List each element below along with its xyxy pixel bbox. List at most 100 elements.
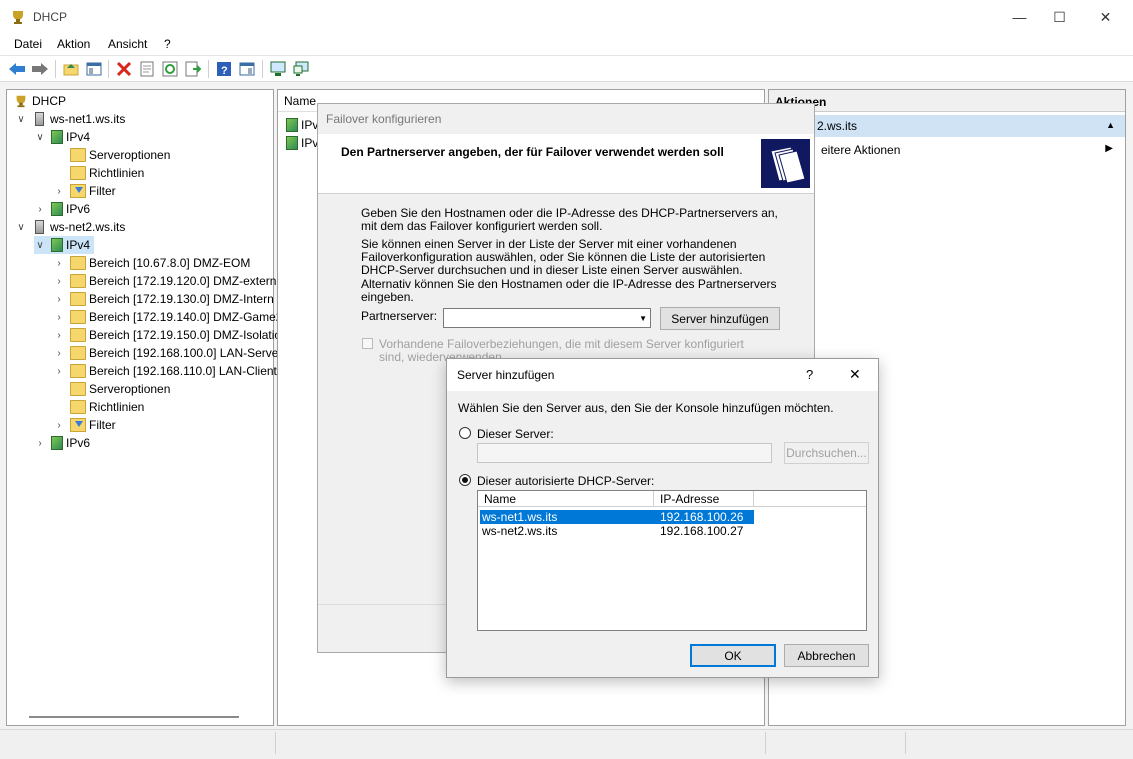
this-server-radio[interactable]: [459, 427, 471, 439]
tree-pane: DHCP ∨ ws-net1.ws.its ∨ IPv4 Serveroptio…: [6, 89, 282, 726]
this-server-input[interactable]: [477, 443, 772, 463]
chevron-right-icon[interactable]: ›: [34, 438, 46, 449]
column-label: Name: [284, 93, 317, 108]
authorized-server-radio[interactable]: [459, 474, 471, 486]
close-dialog-button[interactable]: ✕: [849, 366, 861, 383]
chevron-right-icon[interactable]: ›: [53, 366, 65, 377]
chevron-right-icon[interactable]: ›: [53, 186, 65, 197]
tree-label: Serveroptionen: [89, 148, 171, 162]
chevron-down-icon[interactable]: ∨: [15, 114, 27, 125]
chevron-right-icon[interactable]: ›: [34, 204, 46, 215]
chevron-right-icon[interactable]: ›: [53, 348, 65, 359]
failover-paragraph-3: Alternativ können Sie den Hostnamen oder…: [361, 277, 777, 304]
this-server-label: Dieser Server:: [477, 427, 554, 441]
export-list-icon[interactable]: [183, 59, 203, 79]
refresh-icon[interactable]: [160, 59, 180, 79]
tree-s2-filter[interactable]: › Filter: [53, 416, 116, 434]
server-name-cell: ws-net1.ws.its: [482, 510, 558, 524]
tree-server-1[interactable]: ∨ ws-net1.ws.its: [15, 110, 125, 128]
dropdown-arrow-icon[interactable]: ▼: [639, 314, 647, 323]
minimize-button[interactable]: —: [997, 0, 1042, 34]
help-icon[interactable]: ?: [214, 59, 234, 79]
chevron-down-icon[interactable]: ∨: [34, 240, 46, 251]
chevron-down-icon[interactable]: ∨: [34, 132, 46, 143]
delete-icon[interactable]: [114, 59, 134, 79]
tree-scope-7[interactable]: › Bereich [192.168.110.0] LAN-Client: [53, 362, 277, 380]
ipv6-icon: [51, 202, 63, 216]
tree-s1-richtlinien[interactable]: Richtlinien: [70, 164, 144, 182]
close-window-button[interactable]: ✕: [1083, 0, 1128, 34]
tree-scope-4[interactable]: › Bereich [172.19.140.0] DMZ-Game2: [53, 308, 282, 326]
table-row[interactable]: ws-net2.ws.its 192.168.100.27: [480, 524, 754, 538]
horizontal-scrollbar[interactable]: [29, 716, 239, 718]
properties-icon[interactable]: [137, 59, 157, 79]
chevron-down-icon[interactable]: ∨: [15, 222, 27, 233]
menu-aktion[interactable]: Aktion: [57, 37, 90, 51]
action-more-actions[interactable]: eitere Aktionen ▶: [769, 140, 1125, 160]
tree-s2-richtlinien[interactable]: Richtlinien: [70, 398, 144, 416]
failover-paragraph-1: Geben Sie den Hostnamen oder die IP-Adre…: [361, 206, 778, 233]
list-item[interactable]: IPv: [286, 134, 318, 152]
show-hide-tree-icon[interactable]: [84, 59, 104, 79]
server-options-icon: [70, 148, 86, 162]
partner-server-combobox[interactable]: ▼: [443, 308, 651, 328]
browse-button[interactable]: Durchsuchen...: [784, 442, 869, 464]
tree-server-2[interactable]: ∨ ws-net2.ws.its: [15, 218, 125, 236]
tree-scope-5[interactable]: › Bereich [172.19.150.0] DMZ-Isolatio: [53, 326, 281, 344]
tree-s2-ipv6[interactable]: › IPv6: [34, 434, 90, 452]
tree-scope-2[interactable]: › Bereich [172.19.120.0] DMZ-extern: [53, 272, 276, 290]
tree-s1-ipv4[interactable]: ∨ IPv4: [34, 128, 90, 146]
failover-dialog-title: Failover konfigurieren: [326, 112, 442, 126]
tree-scope-1[interactable]: › Bereich [10.67.8.0] DMZ-EOM: [53, 254, 250, 272]
add-server-instruction: Wählen Sie den Server aus, den Sie der K…: [458, 401, 834, 415]
tree-label: Bereich [172.19.120.0] DMZ-extern: [89, 274, 277, 288]
maximize-button[interactable]: ☐: [1037, 0, 1082, 34]
tree-scope-3[interactable]: › Bereich [172.19.130.0] DMZ-Intern: [53, 290, 274, 308]
tree-scope-6[interactable]: › Bereich [192.168.100.0] LAN-Server: [53, 344, 282, 362]
authorized-server-list[interactable]: Name IP-Adresse ws-net1.ws.its 192.168.1…: [477, 490, 867, 631]
help-button[interactable]: ?: [806, 367, 813, 382]
chevron-right-icon[interactable]: ›: [53, 258, 65, 269]
reuse-failover-checkbox[interactable]: [362, 338, 373, 349]
server-ip-cell: 192.168.100.27: [660, 524, 744, 538]
collapse-up-icon[interactable]: ▲: [1106, 120, 1115, 130]
chevron-right-icon[interactable]: ›: [53, 276, 65, 287]
tree-s2-serveroptionen[interactable]: Serveroptionen: [70, 380, 170, 398]
tree-s2-ipv4[interactable]: ∨ IPv4: [34, 236, 95, 254]
tree-root-dhcp[interactable]: DHCP: [13, 92, 66, 110]
column-header-ip[interactable]: IP-Adresse: [654, 491, 754, 507]
monitor-icon[interactable]: [268, 59, 288, 79]
tree-label: Bereich [172.19.150.0] DMZ-Isolatio: [89, 328, 282, 342]
chevron-right-icon[interactable]: ›: [53, 312, 65, 323]
monitor-network-icon[interactable]: [291, 59, 311, 79]
policies-icon: [70, 166, 86, 180]
window-title: DHCP: [33, 10, 68, 24]
add-server-button[interactable]: Server hinzufügen: [660, 307, 780, 330]
up-folder-icon[interactable]: [61, 59, 81, 79]
authorized-server-label: Dieser autorisierte DHCP-Server:: [477, 474, 655, 488]
table-row[interactable]: ws-net1.ws.its 192.168.100.26: [480, 510, 754, 524]
tree-s1-filter[interactable]: › Filter: [53, 182, 116, 200]
tree-s1-ipv6[interactable]: › IPv6: [34, 200, 90, 218]
chevron-right-icon[interactable]: ›: [53, 420, 65, 431]
list-item[interactable]: IPv: [286, 116, 318, 134]
action-pane-icon[interactable]: [237, 59, 257, 79]
folder-icon: [70, 274, 86, 288]
ipv4-icon: [51, 130, 63, 144]
actions-section-server[interactable]: 2.ws.its ▲: [769, 115, 1125, 137]
chevron-right-icon[interactable]: ›: [53, 330, 65, 341]
ok-button[interactable]: OK: [690, 644, 776, 667]
tree-s1-serveroptionen[interactable]: Serveroptionen: [70, 146, 170, 164]
forward-arrow-icon[interactable]: [30, 59, 50, 79]
server-icon: [35, 220, 44, 234]
menu-datei[interactable]: Datei: [14, 37, 42, 51]
cancel-button[interactable]: Abbrechen: [784, 644, 869, 667]
back-arrow-icon[interactable]: [7, 59, 27, 79]
tree-label: Filter: [89, 418, 116, 432]
menu-help[interactable]: ?: [164, 37, 171, 51]
menu-ansicht[interactable]: Ansicht: [108, 37, 147, 51]
chevron-right-icon[interactable]: ›: [53, 294, 65, 305]
add-server-titlebar: Server hinzufügen ? ✕: [447, 359, 878, 391]
folder-icon: [70, 292, 86, 306]
column-header-name[interactable]: Name: [478, 491, 654, 507]
